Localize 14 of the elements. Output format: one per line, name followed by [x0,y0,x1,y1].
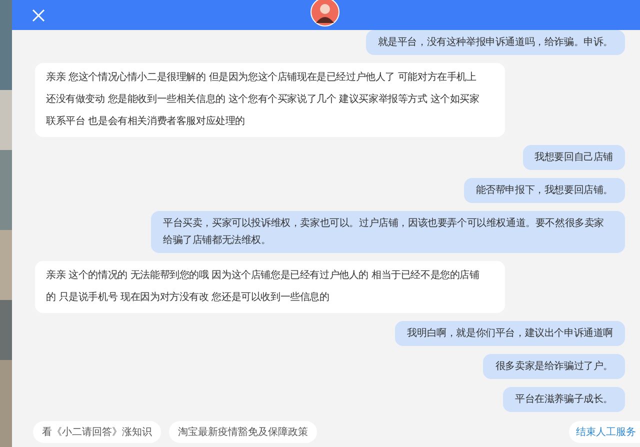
message-bubble: 就是平台，没有这种举报申诉通道吗，给诈骗。申诉。 [366,30,625,55]
quick-reply-chip[interactable]: 淘宝最新疫情豁免及保障政策 [169,421,317,443]
message-bubble: 平台买卖，买家可以投诉维权，卖家也可以。过户店铺，因该也要弄个可以维权通道。要不然很多卖家给骗了店铺都无法维权。 [151,211,625,253]
end-service-button[interactable]: 结束人工服务 [569,421,640,443]
message-bubble: 很多卖家是给诈骗过了户。 [483,354,625,379]
message-bubble: 亲亲 这个的情况的 无法能帮到您的哦 因为这个店铺您是已经有过户他人的 相当于已经不是您的店铺的 只是说手机号 现在因为对方没有改 您还是可以收到一些信息的 [35,261,505,313]
close-icon[interactable] [32,8,45,22]
message-bubble: 我想要回自己店铺 [522,145,625,170]
message-bubble: 能否帮申报下，我想要回店铺。 [464,178,625,203]
message-bubble: 平台在滋养骗子成长。 [502,387,625,412]
avatar-icon [310,0,340,27]
message-bubble: 我明白啊，就是你们平台，建议出个申诉通道啊 [395,321,625,346]
quick-reply-chip[interactable]: 看《小二请回答》涨知识 [33,421,161,443]
message-bubble: 亲亲 您这个情况心情小二是很理解的 但是因为您这个店铺现在是已经过户他人了 可能对方在手机上还没有做变动 您是能收到一些相关信息的 这个您有个买家说了几个 建议买家举报等方式 这个如买家联系平台 也是会有相关消费者客服对应处理的 [35,63,505,137]
